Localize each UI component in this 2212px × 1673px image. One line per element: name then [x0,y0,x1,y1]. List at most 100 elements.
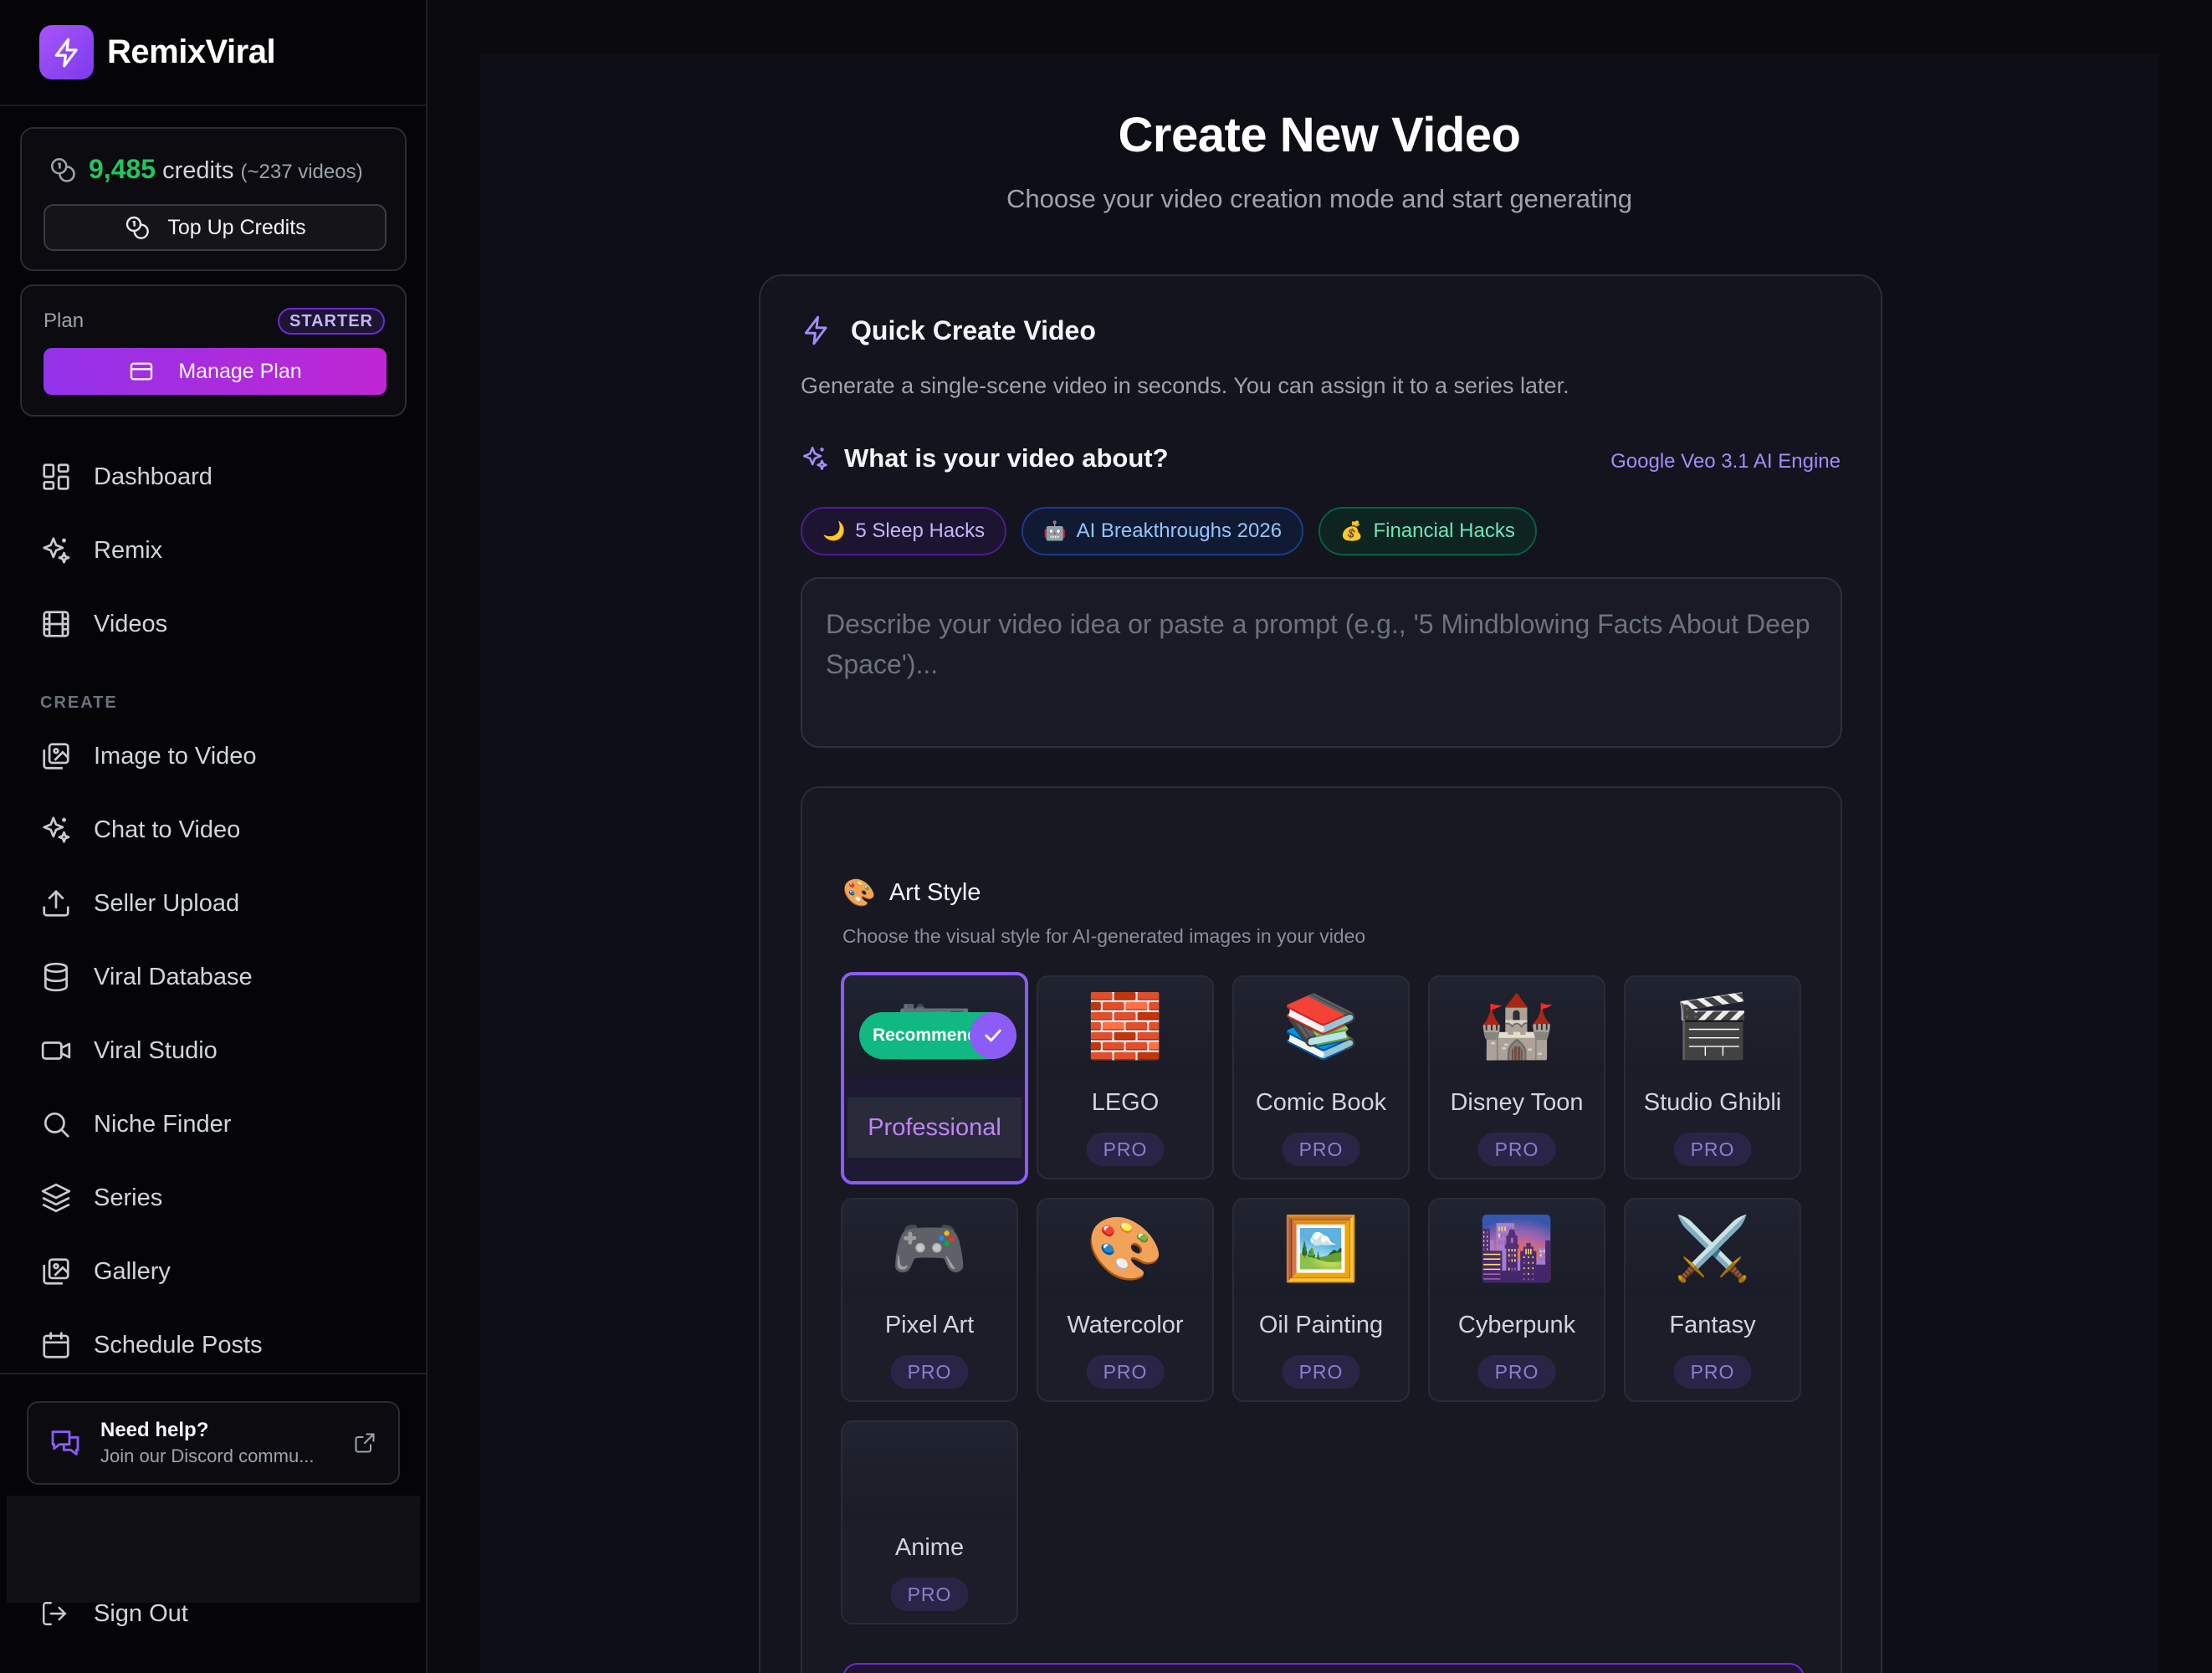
video-about-heading: What is your video about? [801,443,1169,473]
credits-word: credits [162,157,234,184]
ai-engine-label: Google Veo 3.1 AI Engine [1610,450,1841,473]
style-option-studio-ghibli[interactable]: 🎬 Studio Ghibli PRO [1624,975,1801,1179]
brand-name: RemixViral [107,33,276,70]
style-option-pixel-art[interactable]: 🎮 Pixel Art PRO [841,1198,1018,1402]
dashboard-icon [43,463,69,490]
manage-plan-label: Manage Plan [178,359,302,383]
style-option-lego[interactable]: 🧱 LEGO PRO [1037,975,1214,1179]
sidebar: RemixViral 9,485 credits (~237 videos) T… [0,0,428,1673]
pro-badge: PRO [1086,1133,1165,1166]
nav-label: Viral Studio [94,1036,218,1064]
style-name: Anime [894,1534,965,1561]
style-option-professional[interactable]: 📷 Recommended Professional [841,972,1028,1184]
nav-item-remix[interactable]: Remix [0,514,428,587]
city-dusk-icon: 🌆 [1430,1200,1604,1298]
film-icon [43,611,69,637]
style-name: Fantasy [1669,1312,1756,1338]
brand[interactable]: RemixViral [0,0,426,106]
nav-item-chat-to-video[interactable]: Chat to Video [0,793,428,867]
nav-item-viral-studio[interactable]: Viral Studio [0,1014,428,1087]
pro-badge: PRO [1673,1355,1752,1389]
prompt-suggestion-chips: 🌙 5 Sleep Hacks 🤖 AI Breakthroughs 2026 … [801,507,1552,555]
sparkles-icon [802,446,827,471]
logout-icon [43,1602,67,1625]
framed-picture-icon: 🖼️ [1234,1200,1408,1298]
quick-create-description: Generate a single-scene video in seconds… [801,373,1569,398]
clapper-board-icon: 🎬 [1626,977,1800,1076]
nav-section-create: CREATE [40,693,118,712]
nav-label: Series [94,1184,163,1211]
nav-item-schedule-posts[interactable]: Schedule Posts [0,1308,428,1382]
plan-card: Plan STARTER Manage Plan [20,284,407,417]
style-option-watercolor[interactable]: 🎨 Watercolor PRO [1037,1198,1214,1402]
discord-help-link[interactable]: Need help? Join our Discord commu... [27,1401,400,1485]
art-style-title: Art Style [888,878,981,906]
style-name: Oil Painting [1258,1312,1384,1338]
pro-badge: PRO [1673,1133,1752,1166]
chip-label: Financial Hacks [1373,519,1515,542]
coins-icon [50,157,75,182]
nav-label: Chat to Video [94,816,241,843]
video-prompt-field [801,577,1842,748]
credits-card: 9,485 credits (~237 videos) Top Up Credi… [20,127,407,271]
pro-badge: PRO [1086,1355,1165,1389]
chip-label: AI Breakthroughs 2026 [1076,519,1283,542]
style-option-cyberpunk[interactable]: 🌆 Cyberpunk PRO [1428,1198,1605,1402]
nav-item-viral-database[interactable]: Viral Database [0,940,428,1014]
suggestion-chip[interactable]: 🤖 AI Breakthroughs 2026 [1022,507,1304,555]
suggestion-chip[interactable]: 🌙 5 Sleep Hacks [801,507,1007,555]
quick-create-heading: Quick Create Video [801,315,1096,346]
sidebar-divider [0,1373,428,1374]
next-section-bar [842,1663,1805,1673]
nav-item-image-to-video[interactable]: Image to Video [0,719,428,793]
art-style-heading: 🎨 Art Style [842,877,981,908]
credit-card-icon [131,362,153,381]
style-option-comic-book[interactable]: 📚 Comic Book PRO [1232,975,1410,1179]
art-style-panel: 🎨 Art Style Choose the visual style for … [801,786,1842,1673]
plan-badge: STARTER [278,308,385,335]
style-option-fantasy[interactable]: ⚔️ Fantasy PRO [1624,1198,1801,1402]
nav-label: Image to Video [94,742,257,770]
check-icon [970,1012,1016,1059]
manage-plan-button[interactable]: Manage Plan [44,348,387,395]
nav-item-series[interactable]: Series [0,1161,428,1235]
books-icon: 📚 [1234,977,1408,1076]
lightning-icon [804,315,827,345]
help-subtitle: Join our Discord commu... [100,1445,315,1466]
nav-label: Dashboard [94,463,212,490]
credits-amount: 9,485 [89,154,156,184]
style-option-oil-painting[interactable]: 🖼️ Oil Painting PRO [1232,1198,1410,1402]
style-name: Studio Ghibli [1643,1089,1782,1116]
plan-label: Plan [44,310,84,332]
style-name: Comic Book [1255,1089,1387,1116]
suggestion-chip[interactable]: 💰 Financial Hacks [1318,507,1537,555]
nav-label: Seller Upload [94,889,240,917]
palette-icon: 🎨 [1038,1200,1212,1298]
video-prompt-input[interactable] [826,604,1817,721]
sign-out-button[interactable]: Sign Out [40,1599,188,1628]
nav-item-gallery[interactable]: Gallery [0,1235,428,1308]
style-name: Disney Toon [1450,1089,1584,1116]
chat-bubbles-icon [51,1430,79,1456]
help-text: Need help? Join our Discord commu... [100,1419,315,1467]
nav-item-seller-upload[interactable]: Seller Upload [0,867,428,940]
style-option-disney-toon[interactable]: 🏰 Disney Toon PRO [1428,975,1605,1179]
nav-item-niche-finder[interactable]: Niche Finder [0,1087,428,1161]
palette-icon: 🎨 [842,877,876,908]
main-nav: Dashboard Remix Videos [0,440,428,661]
art-style-description: Choose the visual style for AI-generated… [842,925,1366,947]
calendar-icon [43,1332,69,1358]
external-link-icon [355,1433,375,1453]
gamepad-icon: 🎮 [842,1200,1016,1298]
top-up-credits-label: Top Up Credits [167,215,306,239]
top-up-credits-button[interactable]: Top Up Credits [44,204,387,251]
castle-icon: 🏰 [1430,977,1604,1076]
style-option-anime[interactable]: Anime PRO [841,1420,1018,1624]
nav-item-videos[interactable]: Videos [0,587,428,661]
nav-item-dashboard[interactable]: Dashboard [0,440,428,514]
quick-create-title: Quick Create Video [851,315,1096,345]
pro-badge: PRO [1477,1133,1556,1166]
nav-label: Remix [94,536,163,564]
layers-icon [41,1183,71,1213]
chip-label: 5 Sleep Hacks [855,519,986,542]
